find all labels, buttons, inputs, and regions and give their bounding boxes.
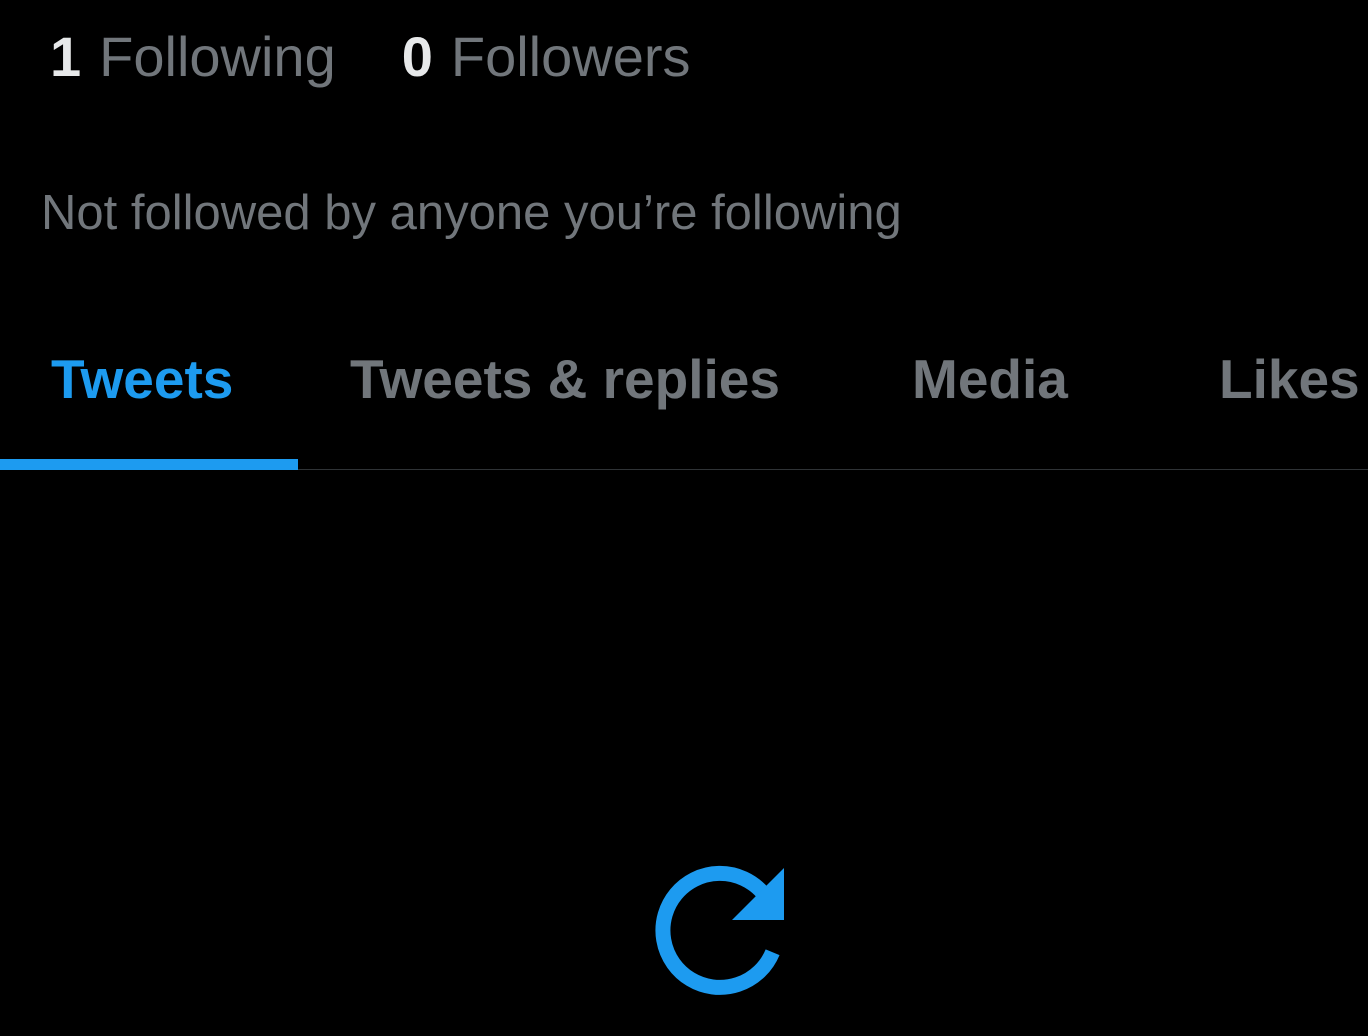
tab-tweets-replies[interactable]: Tweets & replies bbox=[350, 346, 780, 412]
following-count: 1 bbox=[50, 25, 82, 88]
followers-label: Followers bbox=[450, 25, 691, 88]
tab-tweets[interactable]: Tweets bbox=[51, 346, 233, 412]
following-stat[interactable]: 1 Following bbox=[50, 22, 336, 92]
following-label: Following bbox=[99, 25, 336, 88]
followers-stat[interactable]: 0 Followers bbox=[402, 22, 691, 92]
tab-media[interactable]: Media bbox=[912, 346, 1068, 412]
profile-stats: 1 Following 0 Followers bbox=[50, 22, 691, 92]
refresh-icon[interactable] bbox=[648, 860, 792, 1004]
tab-likes[interactable]: Likes bbox=[1219, 346, 1360, 412]
profile-tabs: Tweets Tweets & replies Media Likes bbox=[0, 318, 1368, 470]
followed-by-text: Not followed by anyone you’re following bbox=[41, 186, 902, 240]
active-tab-indicator bbox=[0, 459, 298, 470]
followers-count: 0 bbox=[401, 25, 433, 88]
refresh-icon-graphic bbox=[655, 865, 784, 995]
profile-page: 1 Following 0 Followers Not followed by … bbox=[0, 0, 1368, 1036]
